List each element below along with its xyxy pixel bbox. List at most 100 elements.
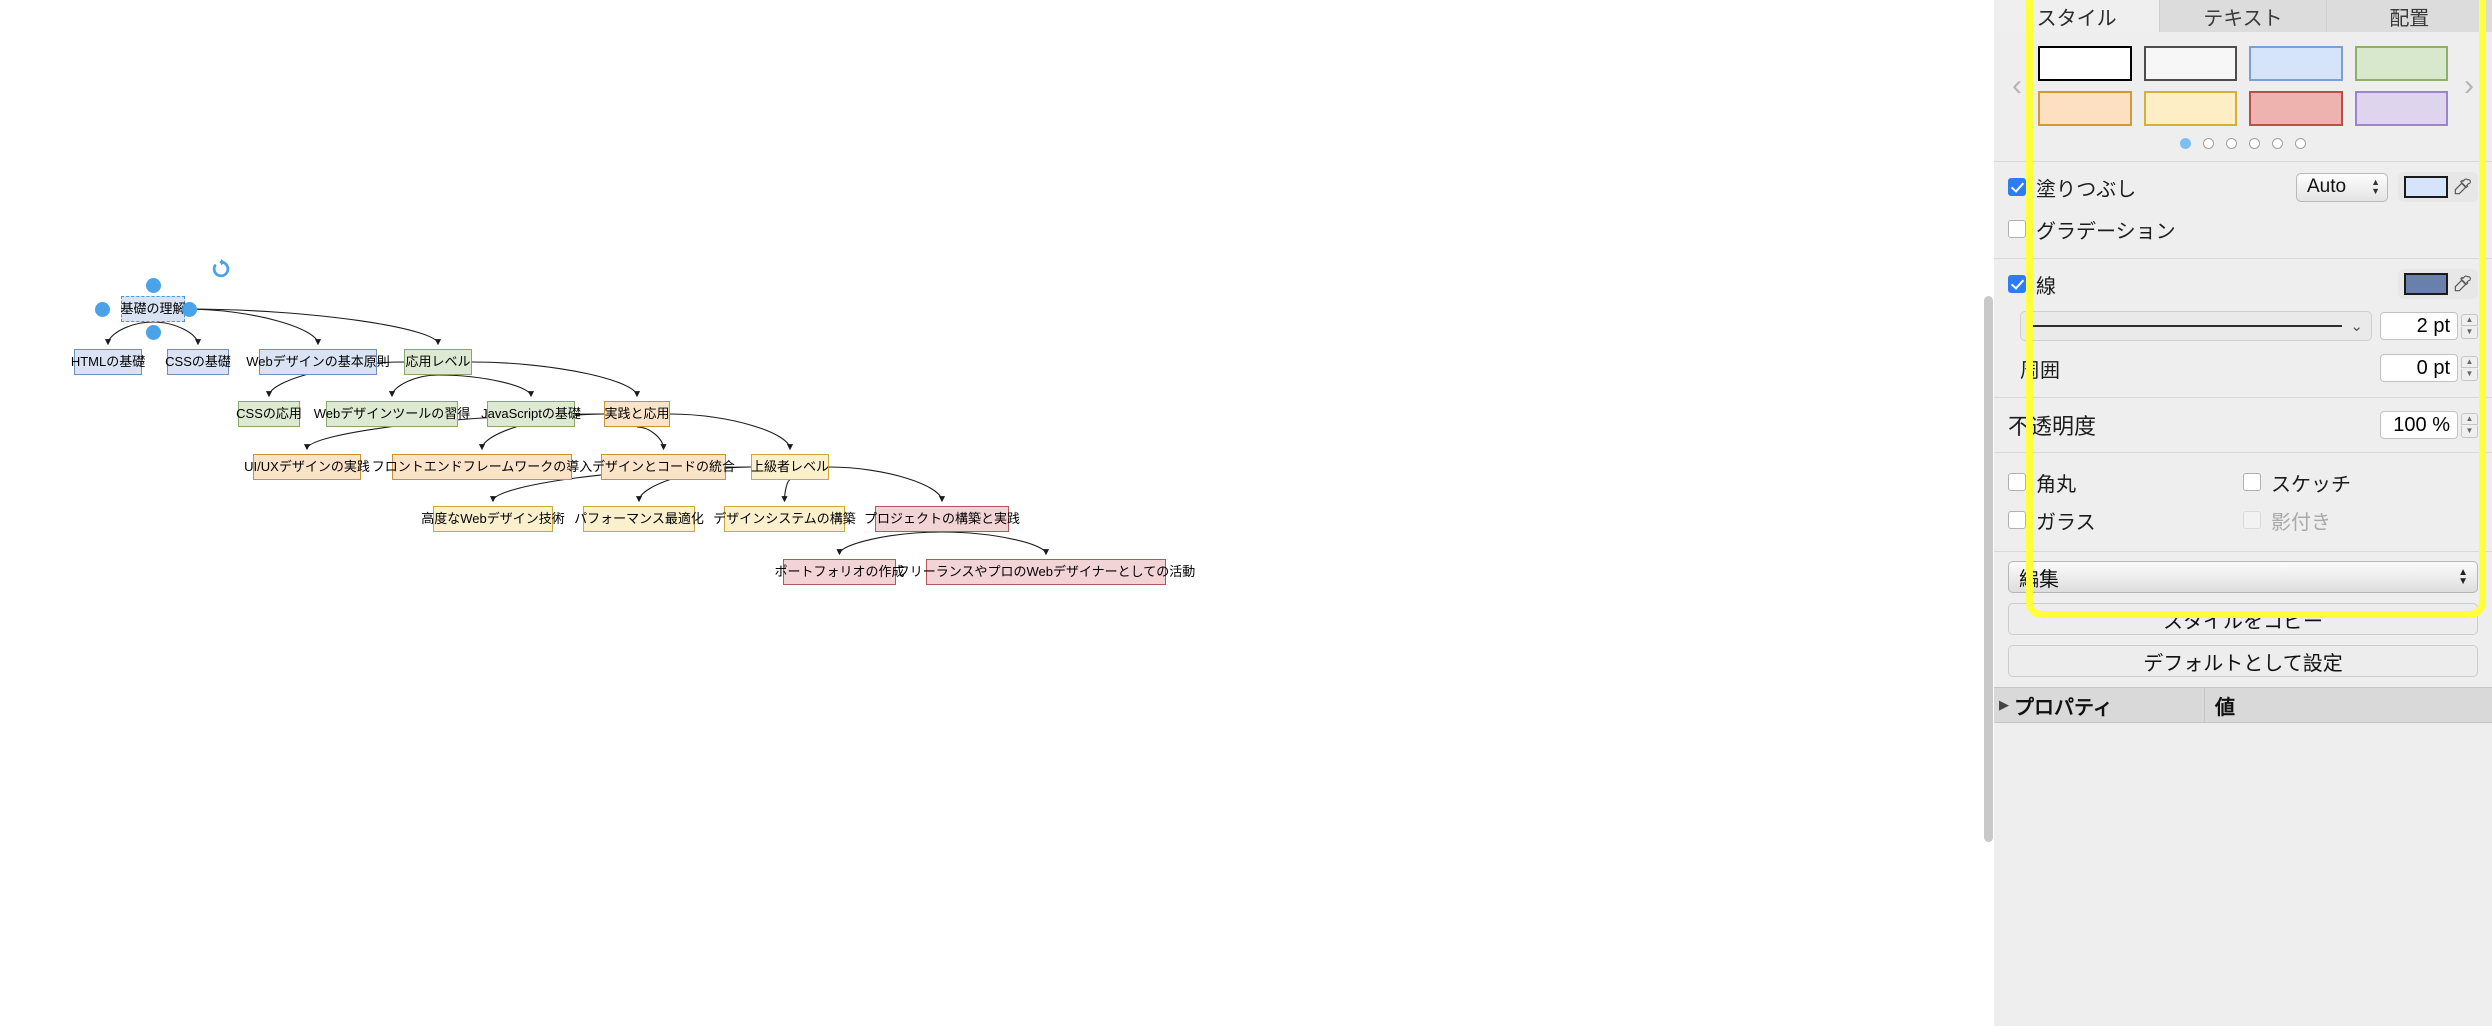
diagram-edge[interactable] bbox=[781, 479, 791, 503]
diagram-node-label: JavaScriptの基礎 bbox=[481, 405, 581, 421]
diagram-node-n1[interactable]: 基礎の理解 bbox=[121, 296, 186, 322]
resize-handle-top[interactable] bbox=[146, 278, 161, 293]
sketch-toggle[interactable]: スケッチ bbox=[2243, 468, 2478, 497]
fill-mode-value: Auto bbox=[2307, 176, 2347, 197]
fill-color-well[interactable] bbox=[2404, 176, 2448, 198]
style-swatch-7[interactable] bbox=[2249, 91, 2343, 126]
tab-text[interactable]: テキスト bbox=[2160, 0, 2327, 32]
style-swatch-2[interactable] bbox=[2143, 46, 2237, 81]
resize-handle-right[interactable] bbox=[182, 302, 197, 317]
diagram-edge[interactable] bbox=[471, 361, 640, 398]
diagram-node-n10[interactable]: UI/UXデザインの実践 bbox=[244, 454, 370, 480]
stepper-up-icon[interactable]: ▲ bbox=[2461, 412, 2478, 425]
rounded-toggle[interactable]: 角丸 bbox=[2008, 468, 2243, 497]
diagram-edge[interactable] bbox=[388, 374, 439, 398]
swatch-page-dot-5[interactable] bbox=[2272, 138, 2283, 149]
diagram-edge[interactable] bbox=[184, 308, 441, 346]
perimeter-field[interactable]: 0 pt bbox=[2380, 354, 2458, 382]
style-swatch-4[interactable] bbox=[2354, 46, 2448, 81]
style-swatch-1[interactable] bbox=[2038, 46, 2132, 81]
properties-name-column: ▶ プロパティ bbox=[1994, 688, 2205, 722]
rotate-icon[interactable] bbox=[210, 258, 232, 280]
line-checkbox[interactable] bbox=[2008, 275, 2026, 293]
resize-handle-bottom[interactable] bbox=[146, 325, 161, 340]
disclosure-triangle-icon[interactable]: ▶ bbox=[1994, 697, 2014, 713]
stepper-down-icon[interactable]: ▼ bbox=[2461, 425, 2478, 438]
diagram-node-n16[interactable]: デザインシステムの構築 bbox=[713, 506, 856, 532]
swatch-page-dot-4[interactable] bbox=[2249, 138, 2260, 149]
line-width-value: 2 pt bbox=[2416, 314, 2450, 337]
properties-value-column: 値 bbox=[2205, 691, 2492, 720]
diagram-node-n15[interactable]: パフォーマンス最適化 bbox=[574, 506, 704, 532]
diagram-node-n19[interactable]: フリーランスやプロのWebデザイナーとしての活動 bbox=[897, 559, 1195, 585]
diagram-node-n8[interactable]: JavaScriptの基礎 bbox=[481, 401, 581, 427]
line-width-field[interactable]: 2 pt bbox=[2380, 312, 2458, 340]
swatch-page-dot-1[interactable] bbox=[2180, 138, 2191, 149]
line-color-well[interactable] bbox=[2404, 273, 2448, 295]
diagram-node-n2[interactable]: HTMLの基礎 bbox=[70, 349, 146, 375]
diagram-node-n7[interactable]: Webデザインツールの習得 bbox=[314, 401, 470, 427]
swatch-page-dot-3[interactable] bbox=[2226, 138, 2237, 149]
sketch-checkbox[interactable] bbox=[2243, 473, 2261, 491]
diagram-edge[interactable] bbox=[941, 531, 1049, 556]
canvas-vertical-scrollbar[interactable] bbox=[1984, 296, 1993, 842]
opacity-stepper[interactable]: ▲ ▼ bbox=[2461, 411, 2478, 439]
copy-style-row: スタイルをコピー bbox=[1994, 598, 2492, 640]
diagram-node-n18[interactable]: ポートフォリオの作成 bbox=[775, 559, 905, 585]
eyedropper-icon[interactable] bbox=[2452, 274, 2472, 294]
diagram-node-label: Webデザインの基本原則 bbox=[246, 353, 390, 369]
diagram-edge[interactable] bbox=[437, 374, 535, 398]
diagram-node-label: デザインとコードの統合 bbox=[592, 458, 736, 474]
resize-handle-left[interactable] bbox=[95, 302, 110, 317]
swatch-page-dot-6[interactable] bbox=[2295, 138, 2306, 149]
rounded-checkbox[interactable] bbox=[2008, 473, 2026, 491]
stepper-up-icon[interactable]: ▲ bbox=[2461, 355, 2478, 368]
diagram-edge[interactable] bbox=[184, 308, 322, 346]
line-width-stepper[interactable]: ▲ ▼ bbox=[2461, 312, 2478, 340]
stepper-down-icon[interactable]: ▼ bbox=[2461, 326, 2478, 339]
style-swatch-3[interactable] bbox=[2249, 46, 2343, 81]
diagram-node-n12[interactable]: デザインとコードの統合 bbox=[592, 454, 735, 480]
diagram-node-n13[interactable]: 上級者レベル bbox=[751, 454, 829, 480]
diagram-node-n11[interactable]: フロントエンドフレームワークの導入 bbox=[372, 454, 592, 480]
glass-toggle[interactable]: ガラス bbox=[2008, 506, 2243, 535]
chevron-right-icon[interactable]: › bbox=[2452, 71, 2486, 101]
style-swatch-8[interactable] bbox=[2354, 91, 2448, 126]
tab-style[interactable]: スタイル bbox=[1994, 0, 2161, 32]
edit-select[interactable]: 編集 ▲ ▼ bbox=[2008, 561, 2478, 593]
line-row: 線 bbox=[1994, 259, 2492, 309]
diagram-edge[interactable] bbox=[669, 413, 794, 451]
gradient-checkbox[interactable] bbox=[2008, 220, 2026, 238]
diagram-edge[interactable] bbox=[836, 531, 943, 556]
diagram-edge[interactable] bbox=[636, 426, 667, 451]
eyedropper-icon[interactable] bbox=[2452, 177, 2472, 197]
tab-style-label: スタイル bbox=[2036, 7, 2117, 30]
copy-style-button[interactable]: スタイルをコピー bbox=[2008, 603, 2478, 635]
stepper-down-icon[interactable]: ▼ bbox=[2461, 368, 2478, 381]
diagram-node-n17[interactable]: プロジェクトの構築と実践 bbox=[864, 506, 1020, 532]
style-swatch-6[interactable] bbox=[2143, 91, 2237, 126]
diagram-node-label: HTMLの基礎 bbox=[70, 353, 146, 369]
fill-checkbox[interactable] bbox=[2008, 178, 2026, 196]
perimeter-stepper[interactable]: ▲ ▼ bbox=[2461, 354, 2478, 382]
diagram-edge[interactable] bbox=[828, 466, 946, 503]
diagram-canvas[interactable]: 基礎の理解 HTMLの基礎 CSSの基礎 Webデザインの基本原則 応用レベル CSSの応… bbox=[0, 0, 1994, 1026]
swatch-page-dot-2[interactable] bbox=[2203, 138, 2214, 149]
diagram-node-n9[interactable]: 実践と応用 bbox=[604, 401, 670, 427]
line-style-select[interactable]: ⌄ bbox=[2020, 311, 2372, 341]
diagram-node-n6[interactable]: CSSの応用 bbox=[236, 401, 302, 427]
diagram-node-n3[interactable]: CSSの基礎 bbox=[165, 349, 231, 375]
fill-mode-select[interactable]: Auto ▲ ▼ bbox=[2296, 172, 2388, 202]
diagram-node-n5[interactable]: 応用レベル bbox=[404, 349, 472, 375]
style-swatch-5[interactable] bbox=[2038, 91, 2132, 126]
rounded-label: 角丸 bbox=[2036, 473, 2076, 496]
stepper-up-icon[interactable]: ▲ bbox=[2461, 313, 2478, 326]
tab-arrange[interactable]: 配置 bbox=[2326, 0, 2492, 32]
opacity-field[interactable]: 100 % bbox=[2380, 411, 2458, 439]
diagram-node-n4[interactable]: Webデザインの基本原則 bbox=[246, 349, 390, 375]
glass-checkbox[interactable] bbox=[2008, 511, 2026, 529]
chevron-left-icon[interactable]: ‹ bbox=[2000, 71, 2034, 101]
properties-header[interactable]: ▶ プロパティ 値 bbox=[1994, 687, 2492, 723]
diagram-node-n14[interactable]: 高度なWebデザイン技術 bbox=[421, 506, 565, 532]
set-default-button[interactable]: デフォルトとして設定 bbox=[2008, 645, 2478, 677]
